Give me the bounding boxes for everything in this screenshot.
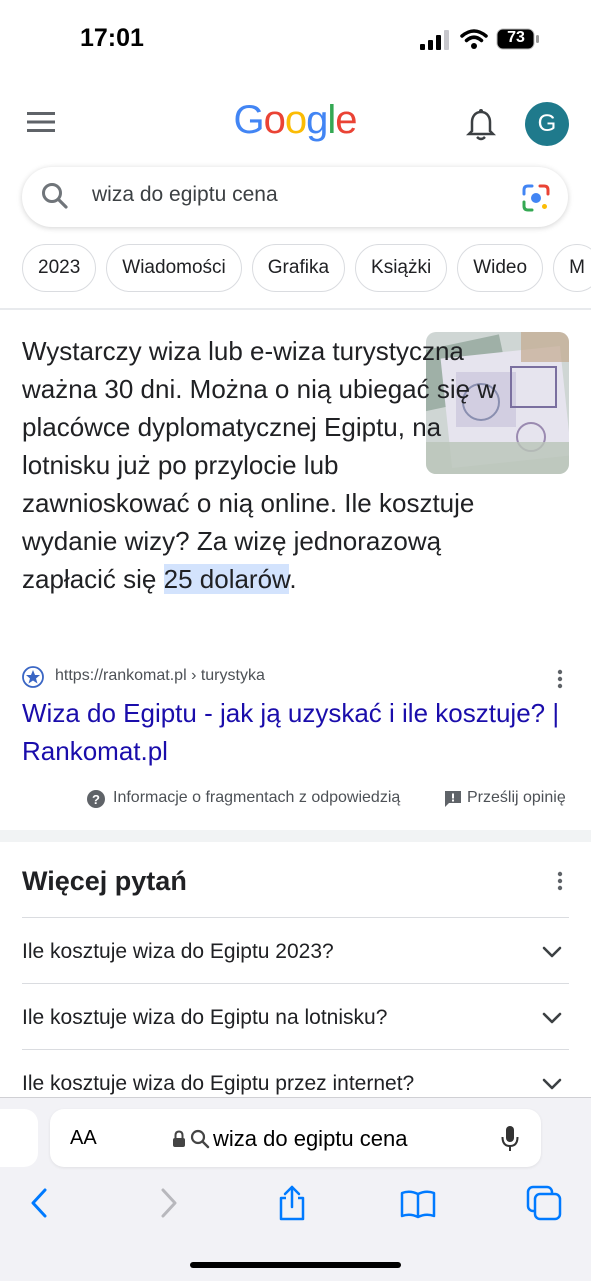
question-item[interactable]: Ile kosztuje wiza do Egiptu na lotnisku? xyxy=(22,1006,387,1030)
chip-wideo[interactable]: Wideo xyxy=(457,244,544,292)
svg-text:?: ? xyxy=(92,792,100,807)
microphone-icon[interactable] xyxy=(500,1125,520,1153)
chip-more[interactable]: M xyxy=(553,244,591,292)
notifications-bell-icon[interactable] xyxy=(466,108,496,142)
bookmarks-icon[interactable] xyxy=(400,1185,436,1221)
aa-label: AA xyxy=(70,1127,97,1149)
chevron-down-icon[interactable] xyxy=(540,1008,564,1028)
status-time: 17:01 xyxy=(80,24,144,52)
reader-settings-button[interactable]: AA xyxy=(70,1127,97,1150)
question-item[interactable]: Ile kosztuje wiza do Egiptu 2023? xyxy=(22,940,334,964)
result-title-link[interactable]: Wiza do Egiptu - jak ją uzyskać i ile ko… xyxy=(22,694,578,770)
battery-percent: 73 xyxy=(507,29,525,46)
more-options-icon[interactable] xyxy=(553,668,567,690)
search-query[interactable]: wiza do egiptu cena xyxy=(92,183,278,207)
hamburger-menu-icon[interactable] xyxy=(27,110,55,134)
question-item[interactable]: Ile kosztuje wiza do Egiptu przez intern… xyxy=(22,1072,414,1096)
lock-icon xyxy=(173,1130,185,1147)
google-logo[interactable]: Google xyxy=(200,98,390,152)
featured-snippet-text: Wystarczy wiza lub e-wiza turystyczna wa… xyxy=(22,332,502,598)
chevron-down-icon[interactable] xyxy=(540,1074,564,1094)
home-indicator xyxy=(190,1262,401,1268)
chevron-down-icon[interactable] xyxy=(540,942,564,962)
back-icon[interactable] xyxy=(22,1185,58,1221)
more-questions-title: Więcej pytań xyxy=(22,866,187,896)
chip-wiadomosci[interactable]: Wiadomości xyxy=(106,244,242,292)
address-text[interactable]: wiza do egiptu cena xyxy=(213,1126,407,1152)
wifi-icon xyxy=(460,29,488,49)
snippet-highlight: 25 dolarów xyxy=(163,564,290,594)
forward-icon[interactable] xyxy=(150,1185,186,1221)
tabs-icon[interactable] xyxy=(526,1185,562,1221)
battery-indicator: 73 xyxy=(496,28,540,50)
source-url[interactable]: https://rankomat.pl › turystyka xyxy=(55,667,265,685)
search-icon xyxy=(42,183,68,209)
snippet-text-end: . xyxy=(289,564,297,594)
question-divider xyxy=(22,983,569,984)
previous-tab-preview[interactable] xyxy=(0,1109,38,1167)
site-favicon-icon xyxy=(22,666,44,688)
snippet-info-link[interactable]: Informacje o fragmentach z odpowiedzią xyxy=(113,789,400,807)
cellular-signal-icon xyxy=(420,30,449,50)
question-divider xyxy=(22,1049,569,1050)
share-icon[interactable] xyxy=(274,1185,310,1221)
question-divider xyxy=(22,917,569,918)
chip-2023[interactable]: 2023 xyxy=(22,244,97,292)
chip-grafika[interactable]: Grafika xyxy=(251,244,346,292)
chip-ksiazki[interactable]: Książki xyxy=(355,244,448,292)
account-avatar[interactable]: G xyxy=(525,102,569,146)
more-questions-menu-icon[interactable] xyxy=(553,870,567,892)
divider xyxy=(0,308,591,310)
send-feedback-link[interactable]: Prześlij opinię xyxy=(467,789,566,807)
address-search-icon xyxy=(190,1129,210,1149)
section-separator xyxy=(0,830,591,842)
help-icon[interactable]: ? xyxy=(86,789,106,809)
filter-chips: 2023 Wiadomości Grafika Książki Wideo M xyxy=(22,244,591,294)
google-lens-icon[interactable] xyxy=(520,182,552,214)
snippet-text: Wystarczy wiza lub e-wiza turystyczna wa… xyxy=(22,336,497,594)
feedback-icon[interactable] xyxy=(444,790,462,808)
